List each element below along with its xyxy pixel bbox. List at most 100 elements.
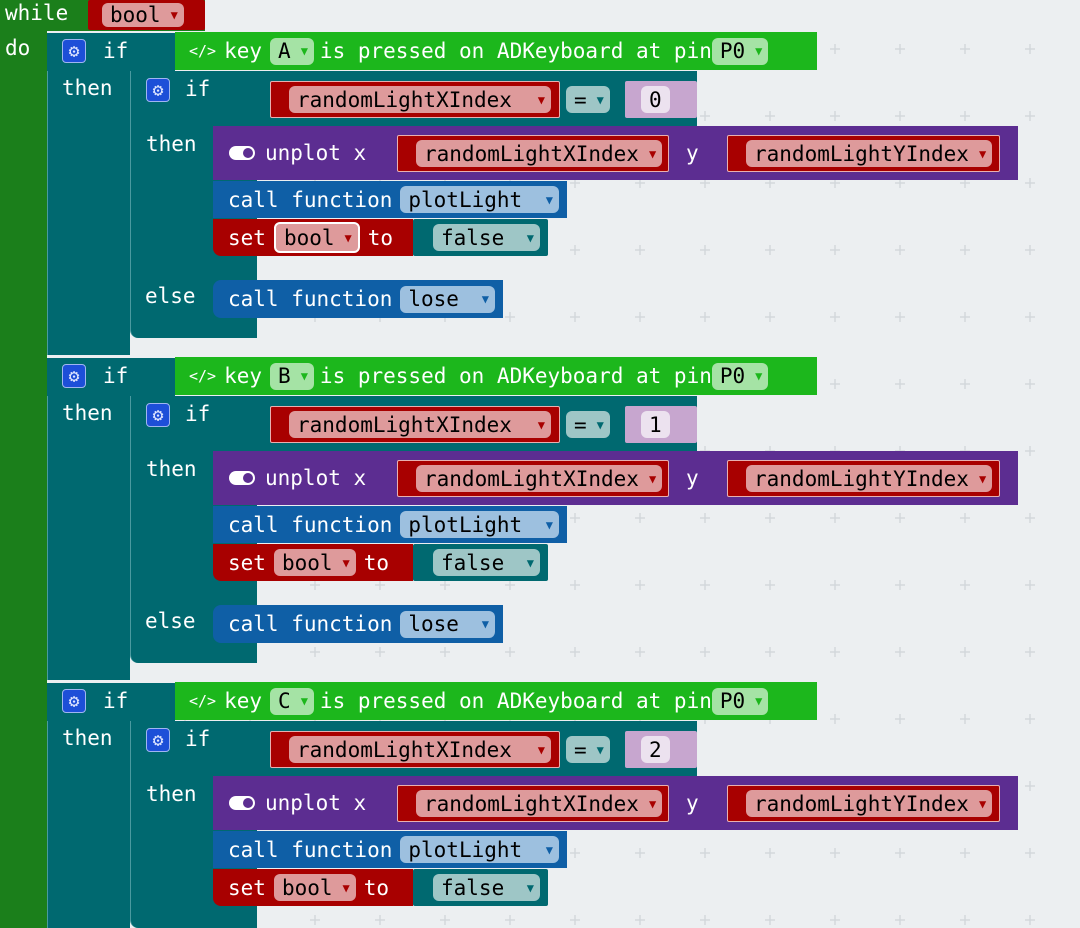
set-variable-block[interactable]: set bool ▼ to (213, 869, 413, 906)
else-call-function-block[interactable]: call function lose ▼ (213, 280, 503, 318)
boolean-dropdown[interactable]: false ▼ (433, 224, 540, 251)
key-pressed-block[interactable]: </> key C ▼ is pressed on ADKeyboard at pin P… (175, 682, 817, 720)
pin-dropdown[interactable]: P0 ▼ (711, 687, 769, 715)
function-dropdown[interactable]: plotLight ▼ (400, 836, 559, 863)
key-pressed-block[interactable]: </> key A ▼ is pressed on ADKeyboard at pin P… (175, 32, 817, 70)
else-label: else (145, 609, 196, 633)
compare-variable[interactable]: randomLightXIndex ▼ (270, 81, 560, 118)
key-dropdown[interactable]: A ▼ (270, 37, 314, 65)
unplot-y-variable[interactable]: randomLightYIndex ▼ (727, 135, 1000, 172)
while-condition-variable[interactable]: bool ▼ (88, 0, 205, 30)
dropdown-arrow-icon: ▼ (545, 192, 553, 207)
set-variable-dropdown[interactable]: bool ▼ (273, 222, 360, 253)
call-function-label: call function (228, 512, 393, 537)
compare-variable-dropdown-value: randomLightXIndex (297, 412, 512, 437)
operator-dropdown-value: = (574, 412, 587, 437)
number-block[interactable]: 2 (625, 731, 697, 768)
boolean-dropdown-value: false (441, 225, 505, 250)
to-label: to (363, 875, 390, 900)
unplot-y-variable[interactable]: randomLightYIndex ▼ (727, 785, 1000, 822)
code-icon: </> (189, 692, 217, 710)
dropdown-arrow-icon: ▼ (755, 694, 763, 708)
compare-variable-dropdown[interactable]: randomLightXIndex ▼ (289, 411, 551, 438)
pin-dropdown[interactable]: P0 ▼ (711, 362, 769, 390)
call-function-block[interactable]: call function plotLight ▼ (213, 506, 567, 543)
number-value[interactable]: 0 (641, 86, 670, 113)
key-pressed-block[interactable]: </> key B ▼ is pressed on ADKeyboard at pin P… (175, 357, 817, 395)
key-dropdown-value: C (278, 689, 291, 713)
compare-variable-dropdown[interactable]: randomLightXIndex ▼ (289, 736, 551, 763)
key-label: key (224, 39, 263, 63)
inner-if-settings-gear-icon[interactable]: ⚙ (146, 403, 170, 427)
if-settings-gear-icon[interactable]: ⚙ (62, 39, 86, 63)
compare-operator[interactable]: = ▼ (566, 411, 610, 438)
unplot-label: unplot x (265, 791, 367, 815)
inner-if-label: if (185, 77, 211, 101)
function-dropdown[interactable]: plotLight ▼ (400, 186, 559, 213)
unplot-x-variable[interactable]: randomLightXIndex ▼ (397, 785, 669, 822)
set-variable-block[interactable]: set bool ▼ to (213, 219, 413, 256)
number-value[interactable]: 2 (641, 736, 670, 763)
dropdown-arrow-icon: ▼ (300, 44, 308, 58)
else-function-dropdown[interactable]: lose ▼ (400, 610, 495, 638)
else-function-dropdown[interactable]: lose ▼ (400, 285, 495, 313)
key-dropdown[interactable]: C ▼ (270, 687, 314, 715)
else-call-function-label: call function (228, 612, 393, 636)
operator-dropdown[interactable]: = ▼ (566, 736, 610, 763)
unplot-x-variable-dropdown[interactable]: randomLightXIndex ▼ (416, 465, 663, 492)
call-function-block[interactable]: call function plotLight ▼ (213, 181, 567, 218)
boolean-dropdown[interactable]: false ▼ (433, 874, 540, 901)
inner-if-settings-gear-icon[interactable]: ⚙ (146, 78, 170, 102)
unplot-x-variable[interactable]: randomLightXIndex ▼ (397, 135, 669, 172)
operator-dropdown[interactable]: = ▼ (566, 411, 610, 438)
set-variable-dropdown[interactable]: bool ▼ (273, 874, 356, 901)
compare-variable-dropdown[interactable]: randomLightXIndex ▼ (289, 86, 551, 113)
boolean-dropdown[interactable]: false ▼ (433, 549, 540, 576)
to-label: to (367, 225, 394, 250)
unplot-x-variable-dropdown[interactable]: randomLightXIndex ▼ (416, 140, 663, 167)
dropdown-arrow-icon: ▼ (481, 292, 489, 306)
unplot-y-variable-dropdown[interactable]: randomLightYIndex ▼ (746, 140, 993, 167)
number-value[interactable]: 1 (641, 411, 670, 438)
key-dropdown[interactable]: B ▼ (270, 362, 314, 390)
set-variable-dropdown[interactable]: bool ▼ (273, 549, 356, 576)
dropdown-arrow-icon: ▼ (342, 555, 350, 570)
while-variable-dropdown[interactable]: bool ▼ (102, 3, 184, 27)
call-function-block[interactable]: call function plotLight ▼ (213, 831, 567, 868)
led-toggle-icon (229, 796, 255, 810)
number-block[interactable]: 1 (625, 406, 697, 443)
unplot-x-variable-dropdown-value: randomLightXIndex (424, 791, 639, 816)
unplot-x-variable-dropdown-value: randomLightXIndex (424, 466, 639, 491)
dropdown-arrow-icon: ▼ (978, 146, 987, 161)
unplot-y-variable[interactable]: randomLightYIndex ▼ (727, 460, 1000, 497)
unplot-x-variable[interactable]: randomLightXIndex ▼ (397, 460, 669, 497)
if-settings-gear-icon[interactable]: ⚙ (62, 689, 86, 713)
boolean-block[interactable]: false ▼ (413, 219, 548, 256)
compare-variable[interactable]: randomLightXIndex ▼ (270, 731, 560, 768)
unplot-x-variable-dropdown[interactable]: randomLightXIndex ▼ (416, 790, 663, 817)
set-label: set (228, 550, 266, 575)
unplot-y-variable-dropdown-value: randomLightYIndex (754, 466, 969, 491)
else-call-function-block[interactable]: call function lose ▼ (213, 605, 503, 643)
dropdown-arrow-icon: ▼ (537, 417, 545, 432)
dropdown-arrow-icon: ▼ (526, 555, 534, 570)
unplot-y-variable-dropdown[interactable]: randomLightYIndex ▼ (746, 465, 993, 492)
function-dropdown[interactable]: plotLight ▼ (400, 511, 559, 538)
is-pressed-label: is pressed on ADKeyboard at pin (319, 39, 712, 63)
compare-operator[interactable]: = ▼ (566, 736, 610, 763)
call-function-label: call function (228, 837, 393, 862)
dropdown-arrow-icon: ▼ (648, 796, 657, 811)
compare-variable[interactable]: randomLightXIndex ▼ (270, 406, 560, 443)
compare-operator[interactable]: = ▼ (566, 86, 610, 113)
inner-if-settings-gear-icon[interactable]: ⚙ (146, 728, 170, 752)
pin-dropdown-value: P0 (719, 39, 746, 63)
boolean-block[interactable]: false ▼ (413, 544, 548, 581)
number-block[interactable]: 0 (625, 81, 697, 118)
pin-dropdown[interactable]: P0 ▼ (711, 37, 769, 65)
set-variable-dropdown-value: bool (281, 550, 333, 575)
if-settings-gear-icon[interactable]: ⚙ (62, 364, 86, 388)
unplot-y-variable-dropdown[interactable]: randomLightYIndex ▼ (746, 790, 993, 817)
operator-dropdown[interactable]: = ▼ (566, 86, 610, 113)
set-variable-block[interactable]: set bool ▼ to (213, 544, 413, 581)
boolean-block[interactable]: false ▼ (413, 869, 548, 906)
